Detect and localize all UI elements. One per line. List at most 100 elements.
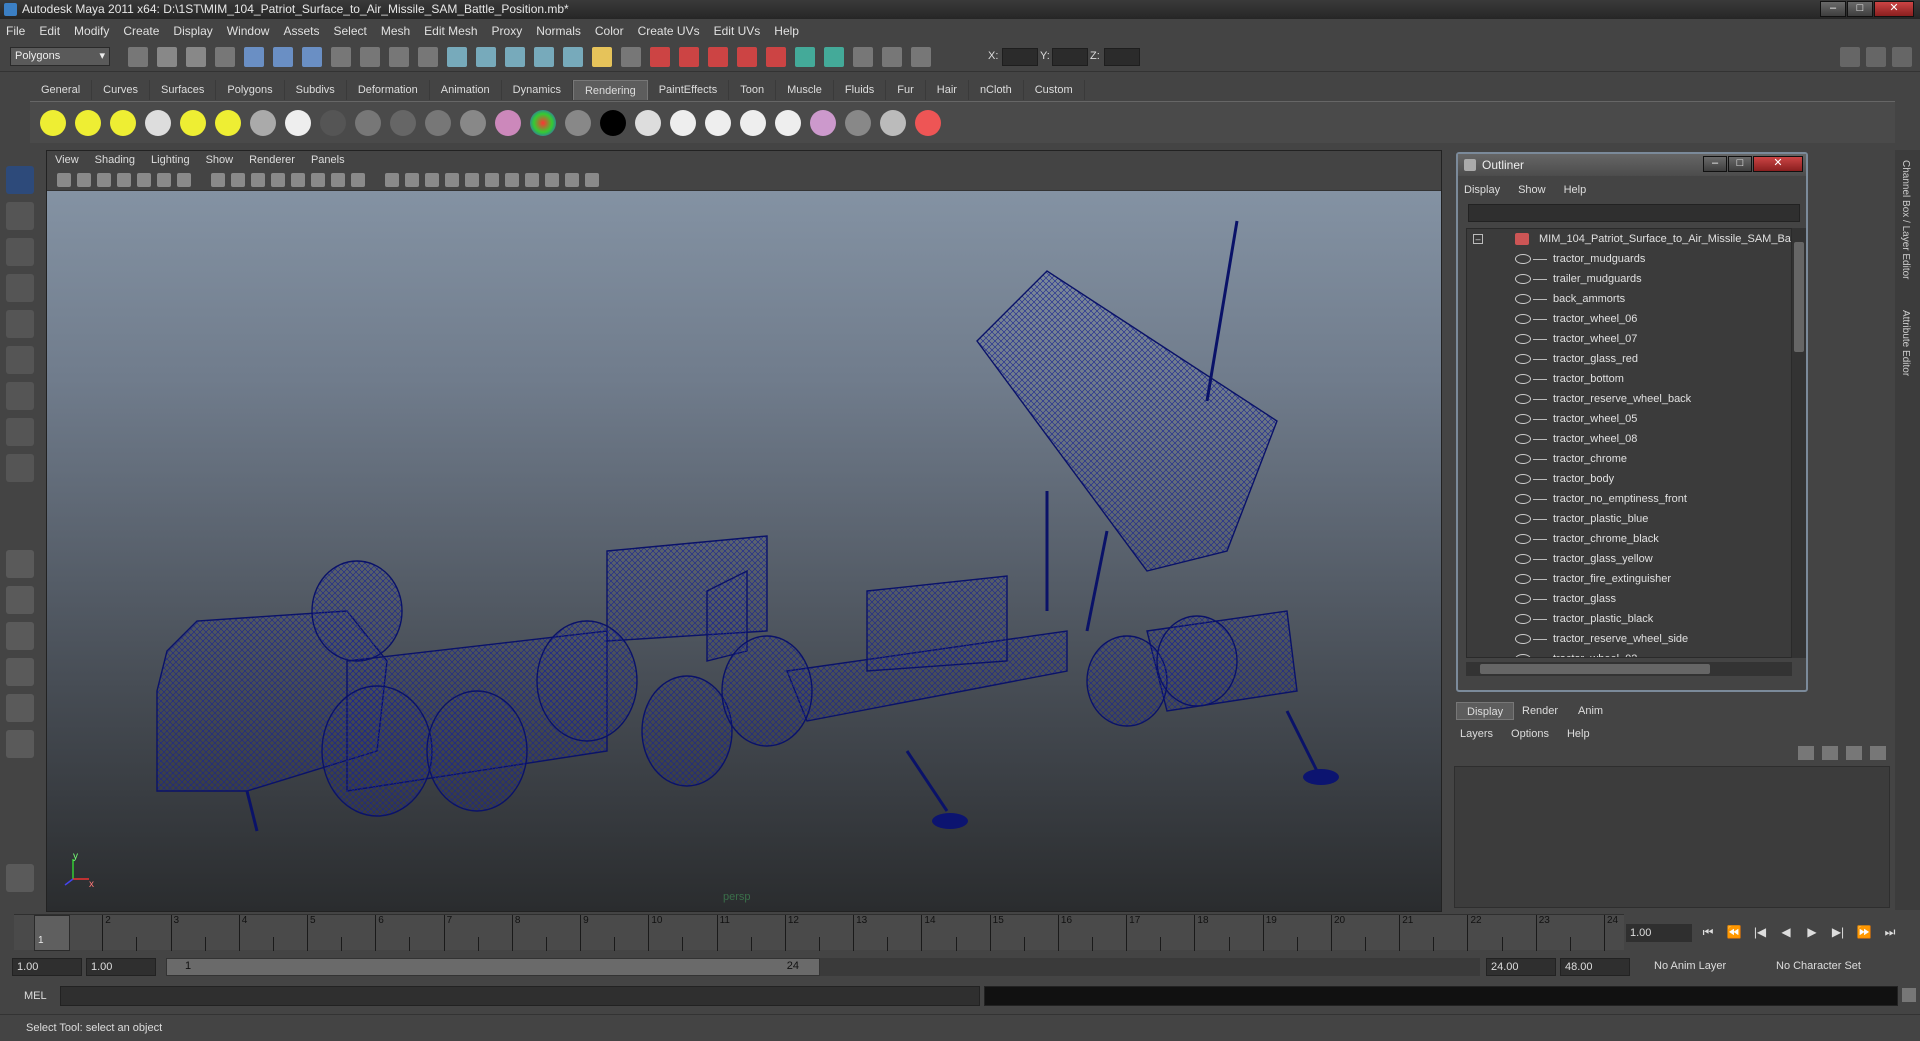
- step-back-icon[interactable]: ⏪: [1726, 924, 1742, 940]
- shelf-tab-dynamics[interactable]: Dynamics: [502, 80, 573, 100]
- outliner-item[interactable]: tractor_wheel_07: [1467, 329, 1787, 349]
- outliner-item[interactable]: trailer_mudguards: [1467, 269, 1787, 289]
- viewport-tool-icon[interactable]: [351, 173, 365, 187]
- surface-shader-icon[interactable]: [530, 110, 556, 136]
- shelf-tab-subdivs[interactable]: Subdivs: [285, 80, 347, 100]
- viewport-menu-renderer[interactable]: Renderer: [249, 154, 295, 166]
- shelf-tab-animation[interactable]: Animation: [430, 80, 502, 100]
- scrollbar-thumb[interactable]: [1480, 664, 1710, 674]
- scrollbar-thumb[interactable]: [1794, 242, 1804, 352]
- menu-edit-uvs[interactable]: Edit UVs: [714, 24, 761, 38]
- shelf-tab-muscle[interactable]: Muscle: [776, 80, 834, 100]
- playback-start-field[interactable]: 1.00: [86, 958, 156, 976]
- new-layer-selected-icon[interactable]: [1822, 746, 1838, 760]
- menu-help[interactable]: Help: [774, 24, 799, 38]
- layer-menu-help[interactable]: Help: [1567, 728, 1590, 740]
- outliner-item[interactable]: tractor_glass: [1467, 589, 1787, 609]
- camera-icon[interactable]: [853, 47, 873, 67]
- layer-menu-options[interactable]: Options: [1511, 728, 1549, 740]
- anisotropic-icon[interactable]: [425, 110, 451, 136]
- menu-display[interactable]: Display: [173, 24, 212, 38]
- ipr-render-icon[interactable]: [505, 47, 525, 67]
- graph-editor-layout-icon[interactable]: [6, 730, 34, 758]
- phong-e-icon[interactable]: [390, 110, 416, 136]
- maximize-button[interactable]: □: [1847, 1, 1873, 17]
- cmdline-language-label[interactable]: MEL: [24, 990, 47, 1002]
- shelf-tab-fluids[interactable]: Fluids: [834, 80, 887, 100]
- outliner-item[interactable]: tractor_body: [1467, 469, 1787, 489]
- viewport-tool-icon[interactable]: [425, 173, 439, 187]
- viewport-tool-icon[interactable]: [57, 173, 71, 187]
- outliner-item[interactable]: tractor_wheel_08: [1467, 429, 1787, 449]
- range-slider-track[interactable]: [820, 958, 1480, 976]
- soft-mod-tool-icon[interactable]: [6, 418, 34, 446]
- paint-icon[interactable]: [915, 110, 941, 136]
- step-forward-key-icon[interactable]: ▶|: [1830, 924, 1846, 940]
- blinn-icon[interactable]: [320, 110, 346, 136]
- outliner-item[interactable]: back_ammorts: [1467, 289, 1787, 309]
- input-output-icon[interactable]: [592, 47, 612, 67]
- viewport-tool-icon[interactable]: [137, 173, 151, 187]
- hypershade-icon[interactable]: [775, 110, 801, 136]
- outliner-item[interactable]: tractor_no_emptiness_front: [1467, 489, 1787, 509]
- outliner-item[interactable]: tractor_wheel_06: [1467, 309, 1787, 329]
- open-scene-icon[interactable]: [157, 47, 177, 67]
- select-object-icon[interactable]: [244, 47, 264, 67]
- panel-toggle-icon[interactable]: [1840, 47, 1860, 67]
- viewport-tool-icon[interactable]: [525, 173, 539, 187]
- render-view-icon[interactable]: [670, 110, 696, 136]
- mask-icon[interactable]: [708, 47, 728, 67]
- viewport-menu-view[interactable]: View: [55, 154, 79, 166]
- menu-edit[interactable]: Edit: [39, 24, 60, 38]
- save-scene-icon[interactable]: [186, 47, 206, 67]
- point-light-icon[interactable]: [110, 110, 136, 136]
- snap-curve-icon[interactable]: [331, 47, 351, 67]
- viewport-tool-icon[interactable]: [211, 173, 225, 187]
- go-to-end-icon[interactable]: ⏭: [1882, 924, 1898, 940]
- outliner-item[interactable]: tractor_glass_yellow: [1467, 549, 1787, 569]
- viewport-tool-icon[interactable]: [77, 173, 91, 187]
- menu-color[interactable]: Color: [595, 24, 624, 38]
- outliner-item[interactable]: tractor_wheel_02: [1467, 649, 1787, 657]
- play-forward-icon[interactable]: ▶: [1804, 924, 1820, 940]
- layer-tab-anim[interactable]: Anim: [1568, 702, 1613, 720]
- layer-options-icon[interactable]: [1846, 746, 1862, 760]
- outliner-item[interactable]: tractor_plastic_blue: [1467, 509, 1787, 529]
- step-forward-icon[interactable]: ⏩: [1856, 924, 1872, 940]
- snap-icon[interactable]: [795, 47, 815, 67]
- anim-layer-select[interactable]: No Anim Layer: [1650, 958, 1760, 976]
- outliner-item[interactable]: tractor_plastic_black: [1467, 609, 1787, 629]
- character-set-select[interactable]: No Character Set: [1772, 958, 1882, 976]
- lock-icon[interactable]: [621, 47, 641, 67]
- close-button[interactable]: ✕: [1874, 1, 1914, 17]
- viewport-menu-panels[interactable]: Panels: [311, 154, 345, 166]
- shelf-tab-surfaces[interactable]: Surfaces: [150, 80, 217, 100]
- outliner-vertical-scrollbar[interactable]: [1792, 228, 1806, 658]
- z-input[interactable]: [1104, 48, 1140, 66]
- use-background-icon[interactable]: [565, 110, 591, 136]
- persp-graph-layout-icon[interactable]: [6, 658, 34, 686]
- render-settings-icon[interactable]: [534, 47, 554, 67]
- rotate-tool-icon[interactable]: [6, 310, 34, 338]
- menu-assets[interactable]: Assets: [283, 24, 319, 38]
- viewport-menu-shading[interactable]: Shading: [95, 154, 135, 166]
- shelf-tab-deformation[interactable]: Deformation: [347, 80, 430, 100]
- outliner-menu-show[interactable]: Show: [1518, 184, 1546, 196]
- layered-shader-icon[interactable]: [460, 110, 486, 136]
- attribute-editor-tab[interactable]: Attribute Editor: [1900, 310, 1911, 376]
- move-tool-icon[interactable]: [6, 274, 34, 302]
- mel-command-input[interactable]: [60, 986, 980, 1006]
- shader-ball-icon[interactable]: [880, 110, 906, 136]
- current-frame-field[interactable]: 1.00: [1626, 924, 1692, 942]
- mask-icon[interactable]: [737, 47, 757, 67]
- menu-proxy[interactable]: Proxy: [492, 24, 523, 38]
- viewport-tool-icon[interactable]: [585, 173, 599, 187]
- menu-mesh[interactable]: Mesh: [381, 24, 410, 38]
- lasso-tool-icon[interactable]: [6, 202, 34, 230]
- texture-icon[interactable]: [810, 110, 836, 136]
- viewport-menu-lighting[interactable]: Lighting: [151, 154, 190, 166]
- viewport-tool-icon[interactable]: [445, 173, 459, 187]
- shelf-tab-painteffects[interactable]: PaintEffects: [648, 80, 730, 100]
- shelf-tab-rendering[interactable]: Rendering: [572, 80, 648, 100]
- viewport-tool-icon[interactable]: [291, 173, 305, 187]
